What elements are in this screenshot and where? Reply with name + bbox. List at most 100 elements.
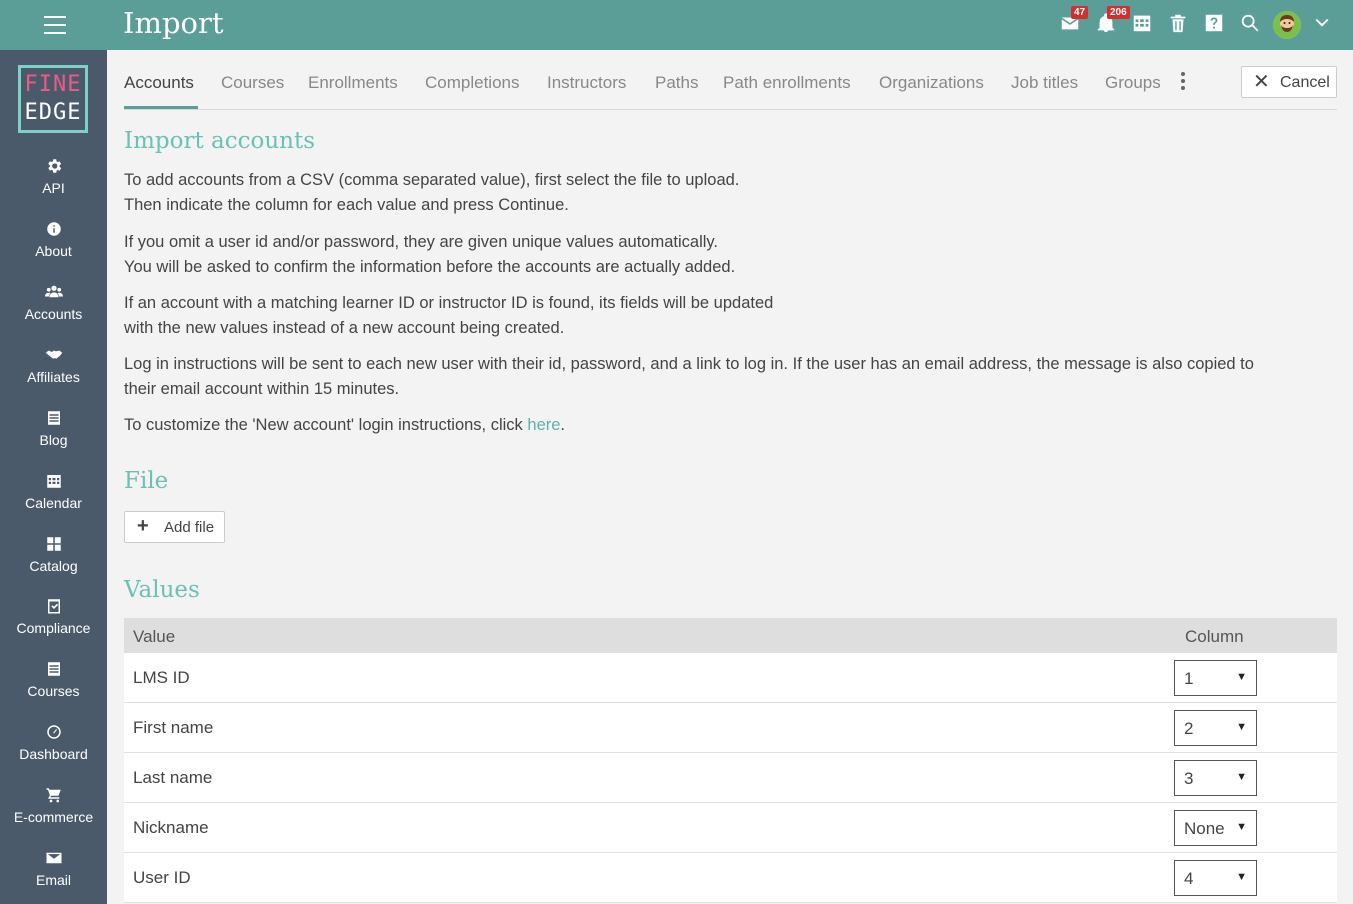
values-heading: Values <box>124 577 200 603</box>
close-icon: ✕ <box>1253 71 1270 93</box>
column-select[interactable]: 2 ▼ <box>1174 710 1257 746</box>
cart-icon <box>45 786 63 804</box>
info-icon <box>45 220 63 238</box>
logo[interactable]: FINE EDGE <box>18 65 88 133</box>
text-line: If an account with a matching learner ID… <box>124 294 774 312</box>
sidebar-item-calendar[interactable]: Calendar <box>0 472 107 532</box>
sidebar-item-accounts[interactable]: Accounts <box>0 283 107 343</box>
clipboard-check-icon <box>45 597 63 615</box>
page-title: Import <box>123 6 224 40</box>
sidebar-item-label: Email <box>35 872 71 888</box>
bell-icon[interactable]: 206 <box>1095 6 1130 36</box>
trash-icon[interactable] <box>1167 12 1191 36</box>
sidebar-item-affiliates[interactable]: Affiliates <box>0 346 107 406</box>
sidebar-item-label: About <box>35 243 72 259</box>
dropdown-arrow-icon: ▼ <box>1236 821 1247 833</box>
sidebar-item-email[interactable]: Email <box>0 849 107 904</box>
sidebar-item-dashboard[interactable]: Dashboard <box>0 723 107 783</box>
tab-organizations[interactable]: Organizations <box>879 73 984 93</box>
calendar-icon[interactable] <box>1131 12 1155 36</box>
active-tab-indicator <box>124 106 198 109</box>
table-row: First name 2 ▼ <box>124 703 1337 753</box>
value-label: Last name <box>133 768 213 787</box>
text-line: If you omit a user id and/or password, t… <box>124 233 719 251</box>
sidebar-item-catalog[interactable]: Catalog <box>0 535 107 595</box>
tab-enrollments[interactable]: Enrollments <box>308 73 398 93</box>
table-row: User ID 4 ▼ <box>124 853 1337 903</box>
sidebar-item-about[interactable]: About <box>0 220 107 280</box>
value-label: LMS ID <box>133 668 190 687</box>
customize-paragraph: To customize the 'New account' login ins… <box>124 413 1337 438</box>
sidebar-item-label: API <box>42 180 65 196</box>
tab-path-enrollments[interactable]: Path enrollments <box>723 73 851 93</box>
cancel-button[interactable]: ✕ Cancel <box>1241 66 1337 98</box>
text-line: their email account within 15 minutes. <box>124 380 400 398</box>
table-row: Last name 3 ▼ <box>124 753 1337 803</box>
tab-completions[interactable]: Completions <box>425 73 520 93</box>
mail-badge: 47 <box>1071 6 1089 19</box>
avatar[interactable] <box>1273 11 1301 39</box>
sidebar-item-courses[interactable]: Courses <box>0 660 107 720</box>
tab-instructors[interactable]: Instructors <box>547 73 626 93</box>
add-file-button[interactable]: + Add file <box>124 511 225 543</box>
sidebar-item-label: Compliance <box>16 620 91 636</box>
top-bar: Import 47 206 <box>0 0 1353 50</box>
sidebar-item-label: Blog <box>39 432 68 448</box>
text-line: Log in instructions will be sent to each… <box>124 355 1254 373</box>
tab-groups[interactable]: Groups <box>1105 73 1161 93</box>
blog-icon <box>45 409 63 427</box>
table-header: Value Column <box>124 618 1337 653</box>
column-select[interactable]: 3 ▼ <box>1174 760 1257 796</box>
value-label: User ID <box>133 868 191 887</box>
chevron-down-icon[interactable] <box>1311 12 1335 36</box>
customize-text: To customize the 'New account' login ins… <box>124 416 528 434</box>
column-select[interactable]: 4 ▼ <box>1174 860 1257 896</box>
sidebar: FINE EDGE API About Accounts Affiliates … <box>0 50 107 904</box>
table-row: LMS ID 1 ▼ <box>124 653 1337 703</box>
hamburger-icon[interactable] <box>44 16 66 34</box>
dropdown-arrow-icon: ▼ <box>1236 671 1247 683</box>
help-icon[interactable] <box>1203 12 1227 36</box>
sidebar-item-label: Courses <box>27 683 80 699</box>
tab-accounts[interactable]: Accounts <box>124 73 194 93</box>
tab-courses[interactable]: Courses <box>221 73 284 93</box>
value-label: First name <box>133 718 214 737</box>
text-line: with the new values instead of a new acc… <box>124 319 565 337</box>
more-vertical-icon[interactable] <box>1179 72 1187 92</box>
column-header-value: Value <box>133 627 176 646</box>
select-value: 4 <box>1184 869 1194 888</box>
mail-icon[interactable]: 47 <box>1059 6 1089 36</box>
search-icon[interactable] <box>1239 12 1263 36</box>
period: . <box>560 416 566 434</box>
text-line: To add accounts from a CSV (comma separa… <box>124 171 740 189</box>
logo-line1: FINE <box>24 72 82 97</box>
import-accounts-heading: Import accounts <box>124 128 316 154</box>
sidebar-item-api[interactable]: API <box>0 157 107 217</box>
table-row: Nickname None ▼ <box>124 803 1337 853</box>
sidebar-item-label: E-commerce <box>13 809 94 825</box>
sidebar-item-compliance[interactable]: Compliance <box>0 597 107 657</box>
values-table: Value Column LMS ID 1 ▼ First name 2 ▼ Las… <box>124 618 1337 903</box>
defaults-paragraph: If you omit a user id and/or password, t… <box>124 230 1337 280</box>
tab-paths[interactable]: Paths <box>655 73 698 93</box>
column-select[interactable]: None ▼ <box>1174 810 1257 846</box>
tab-bar: Accounts Courses Enrollments Completions… <box>124 50 1337 110</box>
select-value: 1 <box>1184 669 1194 688</box>
file-heading: File <box>124 468 169 494</box>
users-icon <box>44 283 63 301</box>
tab-job-titles[interactable]: Job titles <box>1011 73 1078 93</box>
text-line: You will be asked to confirm the informa… <box>124 258 736 276</box>
sidebar-item-label: Accounts <box>24 306 83 322</box>
select-value: None <box>1184 819 1225 838</box>
text-line: Then indicate the column for each value … <box>124 196 569 214</box>
column-select[interactable]: 1 ▼ <box>1174 660 1257 696</box>
here-link[interactable]: here <box>527 416 560 434</box>
sidebar-item-blog[interactable]: Blog <box>0 409 107 469</box>
plus-icon: + <box>137 515 149 537</box>
envelope-icon <box>45 849 63 867</box>
sidebar-item-ecommerce[interactable]: E-commerce <box>0 786 107 846</box>
dropdown-arrow-icon: ▼ <box>1236 771 1247 783</box>
calendar-icon <box>45 472 63 490</box>
courses-icon <box>45 660 63 678</box>
dashboard-icon <box>45 723 63 741</box>
